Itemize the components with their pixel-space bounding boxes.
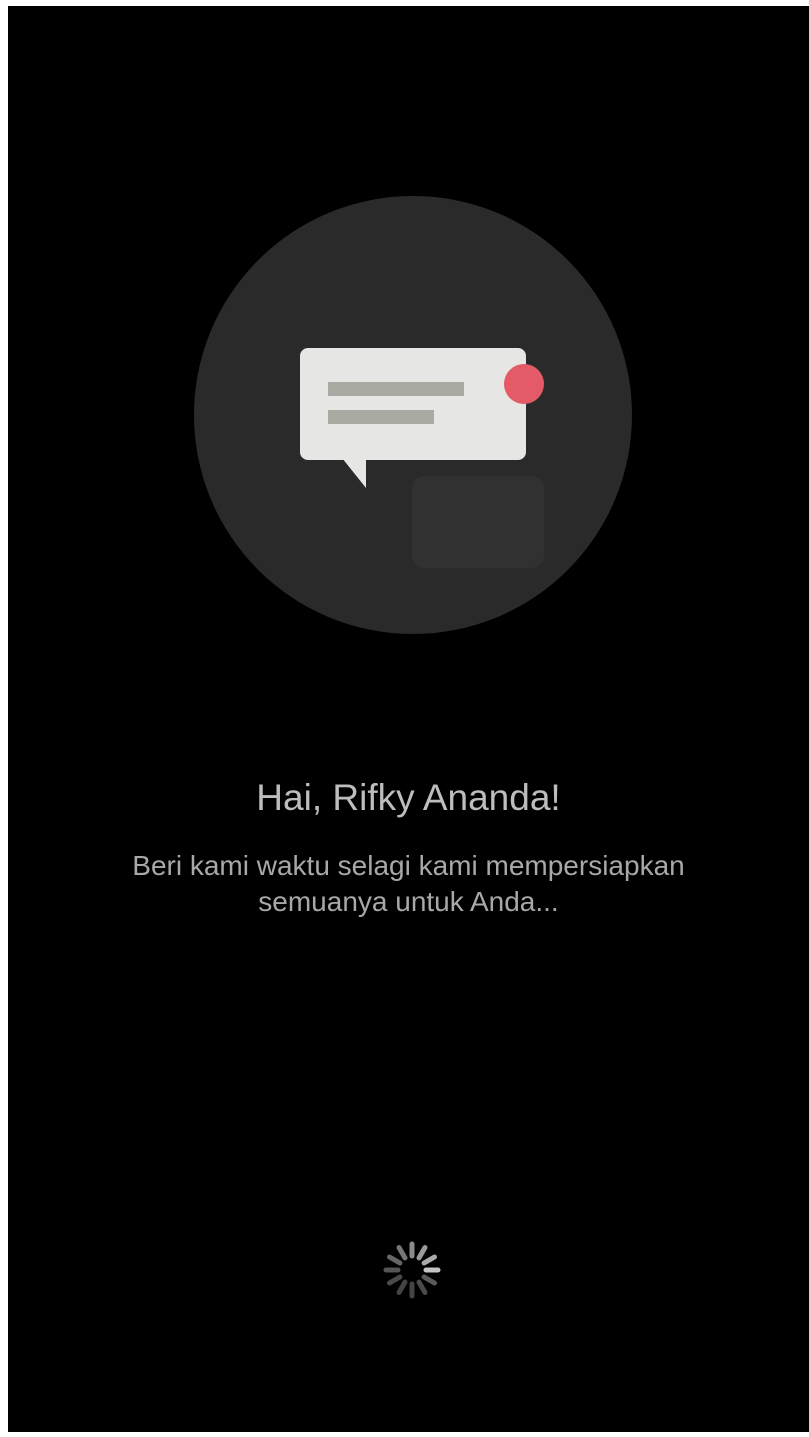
welcome-illustration (194, 196, 632, 634)
greeting-message: Beri kami waktu selagi kami mempersiapka… (132, 850, 685, 917)
loading-screen: Hai, Rifky Ananda! Beri kami waktu selag… (8, 6, 809, 1432)
greeting-title: Hai, Rifky Ananda! (256, 777, 561, 818)
chat-bubble-notification-icon (300, 348, 544, 568)
loading-spinner-icon (380, 1238, 444, 1302)
